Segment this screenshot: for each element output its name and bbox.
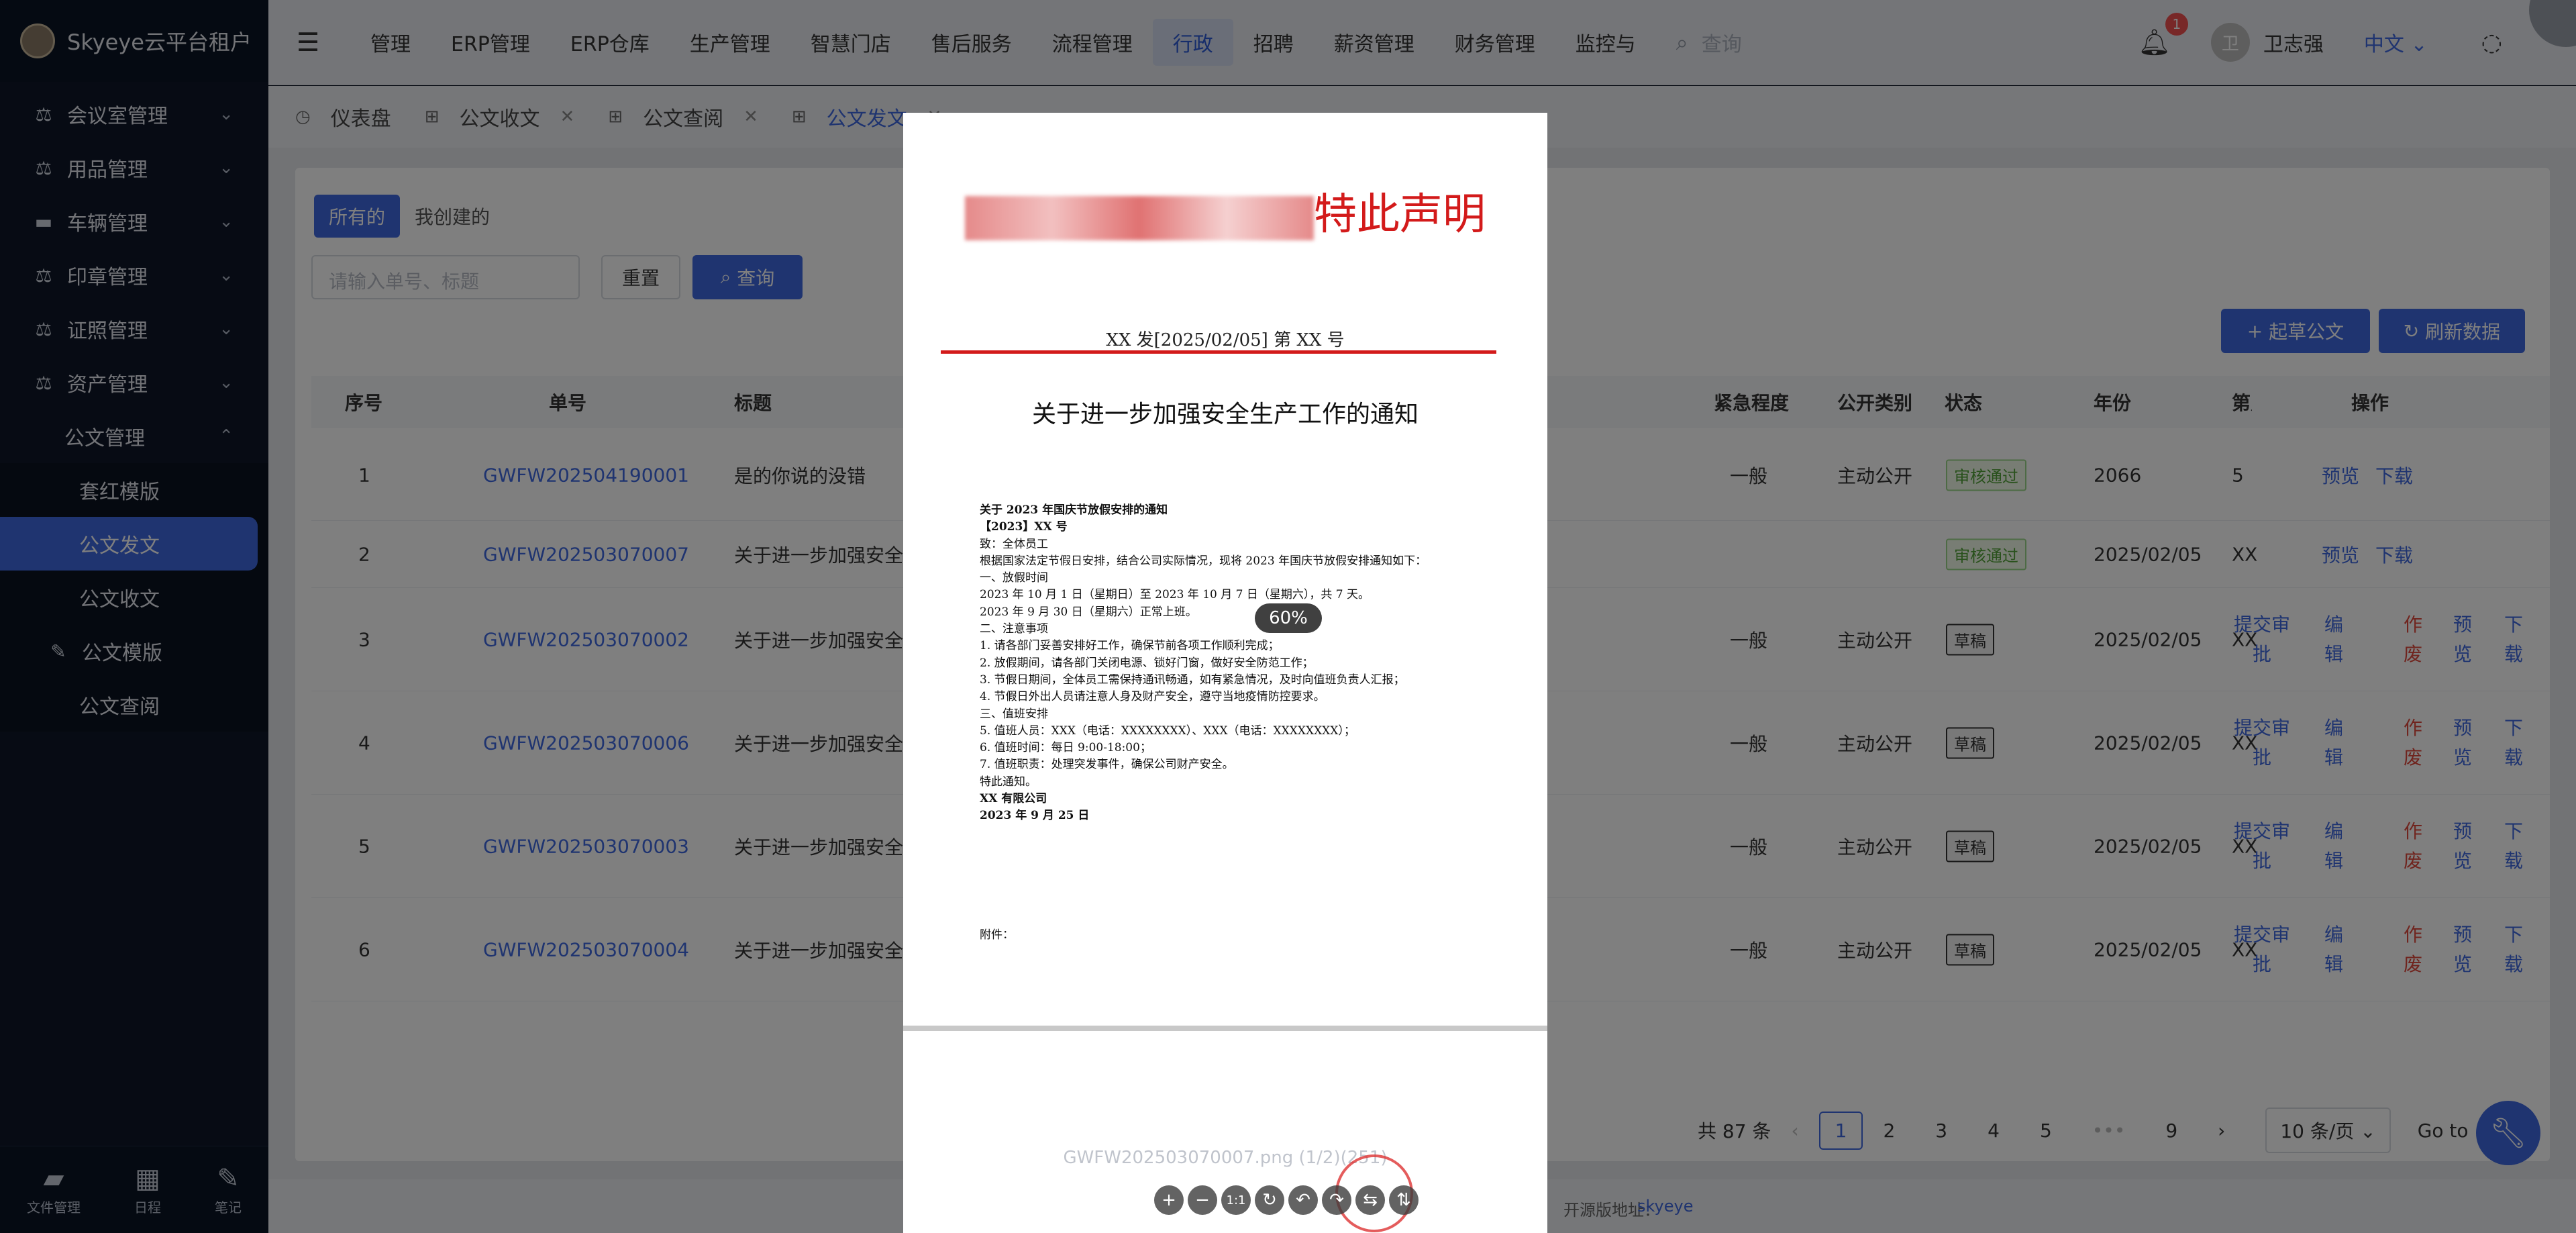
- document-line: 2023 年 9 月 30 日（星期六）正常上班。: [980, 605, 1197, 619]
- document-line: 2023 年 10 月 1 日（星期日）至 2023 年 10 月 7 日（星期…: [980, 588, 1370, 602]
- zoom-level: 60%: [1255, 603, 1322, 633]
- app-root: Skyeye云平台租户 ⚖会议室管理⌄ ⚖用品管理⌄ ▬车辆管理⌄ ⚖印章管理⌄…: [0, 0, 2576, 1233]
- document-body: 关于 2023 年国庆节放假安排的通知 【2023】XX 号致：全体员工根据国家法…: [980, 502, 1463, 825]
- document-title: 关于进一步加强安全生产工作的通知: [1031, 401, 1419, 428]
- document-page: 特此声明 XX 发[2025/02/05] 第 XX 号 关于进一步加强安全生产…: [903, 113, 1547, 1026]
- document-line: 5. 值班人员：XXX（电话：XXXXXXXX）、XXX（电话：XXXXXXXX…: [980, 724, 1355, 738]
- red-divider: [941, 350, 1496, 354]
- document-line: 2. 放假期间，请各部门关闭电源、锁好门窗，做好安全防范工作；: [980, 656, 1314, 670]
- rotate-right-icon[interactable]: ↷: [1322, 1185, 1351, 1215]
- rotate-left-icon[interactable]: ↶: [1288, 1185, 1318, 1215]
- image-preview: 特此声明 XX 发[2025/02/05] 第 XX 号 关于进一步加强安全生产…: [903, 113, 1547, 1233]
- document-line: 6. 值班时间：每日 9:00-18:00；: [980, 741, 1151, 755]
- document-line: 三、值班安排: [980, 707, 1048, 721]
- attachment-label: 附件：: [980, 928, 1014, 942]
- document-line: 致：全体员工: [980, 537, 1048, 551]
- header-visible-text: 特此声明: [1314, 190, 1486, 240]
- document-line: 特此通知。: [980, 775, 1037, 789]
- preview-filename: GWFW202503070007.png (1/2)(251): [1063, 1148, 1388, 1168]
- document-red-header: 特此声明: [903, 188, 1547, 242]
- original-size-icon[interactable]: 1:1: [1221, 1185, 1251, 1215]
- document-line: 【2023】XX 号: [980, 520, 1068, 534]
- redacted-region: [965, 195, 1314, 240]
- preview-toolbar: + − 1:1 ↻ ↶ ↷ ⇆ ⇅: [1154, 1185, 1423, 1215]
- document-line: XX 有限公司: [980, 792, 1047, 806]
- zoom-in-icon[interactable]: +: [1154, 1185, 1184, 1215]
- document-line: 3. 节假日期间，全体员工需保持通讯畅通，如有紧急情况，及时向值班负责人汇报；: [980, 673, 1405, 687]
- page-separator: [903, 1026, 1547, 1031]
- document-line: 根据国家法定节假日安排，结合公司实际情况，现将 2023 年国庆节放假安排通知如…: [980, 554, 1427, 568]
- document-line: 4. 节假日外出人员请注意人身及财产安全，遵守当地疫情防控要求。: [980, 690, 1325, 704]
- document-line: 7. 值班职责：处理突发事件，确保公司财产安全。: [980, 758, 1234, 772]
- document-number: XX 发[2025/02/05] 第 XX 号: [1106, 330, 1345, 350]
- flip-vertical-icon[interactable]: ⇅: [1389, 1185, 1419, 1215]
- document-line: 1. 请各部门妥善安排好工作，确保节前各项工作顺利完成；: [980, 639, 1280, 653]
- document-line: 一、放假时间: [980, 571, 1048, 585]
- document-line: 关于 2023 年国庆节放假安排的通知: [980, 503, 1168, 517]
- zoom-out-icon[interactable]: −: [1188, 1185, 1217, 1215]
- document-line: 2023 年 9 月 25 日: [980, 809, 1090, 823]
- reset-icon[interactable]: ↻: [1255, 1185, 1284, 1215]
- document-line: 二、注意事项: [980, 622, 1048, 636]
- flip-horizontal-icon[interactable]: ⇆: [1355, 1185, 1385, 1215]
